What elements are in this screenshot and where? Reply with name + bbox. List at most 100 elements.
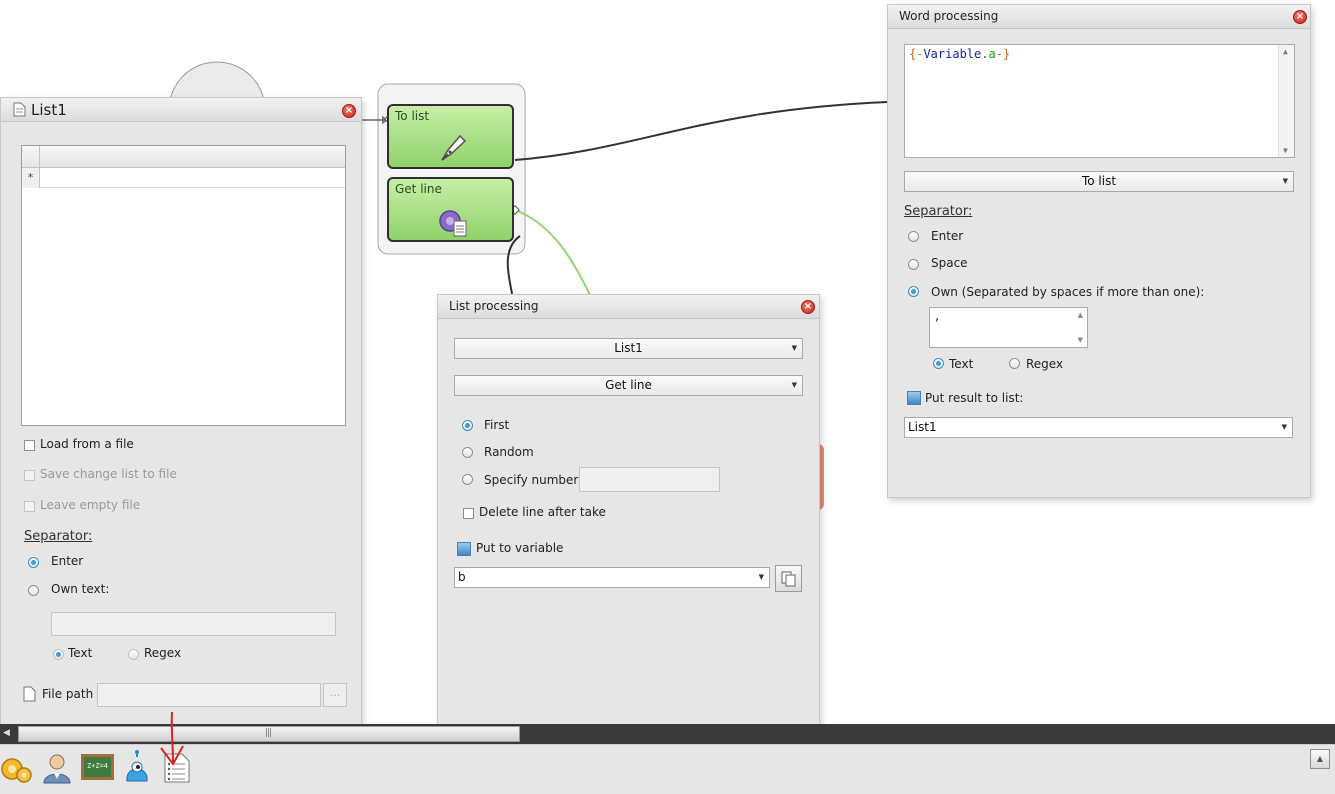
list1-text-radio[interactable] [53, 649, 64, 660]
wp-regex-radio[interactable] [1009, 358, 1020, 369]
node-get-line-label: Get line [395, 182, 442, 196]
template-editor[interactable]: {-Variable.a-} ▲ ▼ [904, 44, 1295, 158]
grid-header-row [22, 146, 345, 168]
list-select-value: List1 [614, 341, 643, 355]
load-from-file-checkbox[interactable] [24, 440, 35, 451]
scroll-up-icon[interactable]: ▲ [1283, 47, 1288, 56]
template-variable: Variable [923, 47, 982, 61]
bottom-taskbar: Z+Z=4 ▲ [0, 744, 1335, 794]
list1-sep-enter-radio[interactable] [28, 557, 39, 568]
list1-titlebar[interactable]: List1 [1, 98, 361, 122]
chevron-down-icon: ▼ [1282, 177, 1288, 185]
node-to-list-label: To list [395, 109, 430, 123]
robot-icon[interactable] [122, 749, 152, 785]
list-select-dropdown[interactable]: List1 ▼ [454, 338, 803, 359]
list1-close-icon[interactable]: × [342, 104, 356, 118]
grip-icon: ||| [265, 728, 272, 738]
list-processing-close-icon[interactable]: × [801, 300, 815, 314]
first-radio[interactable] [462, 420, 473, 431]
taskbar-expand-button[interactable]: ▲ [1310, 749, 1330, 769]
wp-separator-heading: Separator: [904, 204, 973, 219]
mode-select-dropdown[interactable]: To list ▼ [904, 171, 1294, 192]
pen-icon [441, 134, 467, 161]
save-change-label: Save change list to file [40, 467, 177, 481]
wp-sep-own-radio[interactable] [908, 286, 919, 297]
list1-separator-heading: Separator: [24, 529, 93, 544]
gear-document-icon [439, 210, 467, 237]
put-to-variable-label: Put to variable [476, 541, 564, 555]
list-processing-titlebar[interactable]: List processing [438, 295, 819, 319]
save-change-checkbox[interactable] [24, 470, 35, 481]
user-icon[interactable] [40, 751, 74, 785]
scroll-up-icon[interactable]: ▲ [1078, 311, 1083, 319]
word-processing-panel: Word processing × {-Variable.a-} ▲ ▼ To … [887, 4, 1311, 498]
wp-sep-space-radio[interactable] [908, 259, 919, 270]
chalkboard-text: Z+Z=4 [86, 762, 109, 770]
grid-new-row[interactable] [22, 168, 345, 188]
variable-value: b [458, 570, 466, 584]
wp-sep-enter-label: Enter [931, 229, 964, 243]
list1-own-text-input[interactable] [51, 612, 336, 636]
template-brace-open: {- [909, 47, 924, 61]
chevron-down-icon: ▼ [1281, 423, 1287, 431]
wp-own-input[interactable]: , ▲ ▼ [929, 307, 1088, 348]
template-a: a [988, 47, 996, 61]
copy-variable-button[interactable] [775, 565, 802, 592]
first-label: First [484, 418, 510, 432]
variable-combo[interactable]: b ▼ [454, 567, 770, 588]
wp-own-value: , [935, 309, 940, 324]
gears-icon[interactable] [0, 751, 34, 785]
canvas-hscrollbar[interactable]: ◀ ||| [0, 724, 1335, 744]
wp-text-label: Text [949, 357, 974, 371]
node-get-line[interactable]: Get line [387, 177, 514, 242]
word-processing-titlebar[interactable]: Word processing [888, 5, 1310, 29]
file-path-label: File path [42, 687, 94, 701]
list-processing-title: List processing [449, 299, 539, 313]
put-to-variable-toggle[interactable] [457, 542, 471, 556]
browse-button-label: ... [329, 686, 341, 699]
wp-sep-enter-radio[interactable] [908, 231, 919, 242]
wp-text-radio[interactable] [933, 358, 944, 369]
node-to-list[interactable]: To list [387, 104, 514, 169]
list1-sep-enter-label: Enter [51, 554, 84, 568]
list1-sep-own-radio[interactable] [28, 585, 39, 596]
file-path-input[interactable] [97, 683, 321, 707]
put-result-toggle[interactable] [907, 391, 921, 405]
leave-empty-checkbox[interactable] [24, 501, 35, 512]
file-icon [23, 686, 36, 702]
word-processing-title: Word processing [899, 9, 999, 23]
load-from-file-label: Load from a file [40, 437, 134, 451]
action-select-value: Get line [605, 378, 652, 392]
copy-icon [781, 571, 796, 587]
chalkboard-icon[interactable]: Z+Z=4 [81, 754, 114, 780]
template-scrollbar[interactable]: ▲ ▼ [1278, 45, 1294, 157]
hscroll-thumb[interactable]: ||| [18, 726, 520, 742]
random-radio[interactable] [462, 447, 473, 458]
action-select-dropdown[interactable]: Get line ▼ [454, 375, 803, 396]
document-icon [13, 102, 26, 117]
grid-header-corner [22, 146, 40, 168]
scroll-down-icon[interactable]: ▼ [1078, 336, 1083, 344]
random-label: Random [484, 445, 534, 459]
put-result-label: Put result to list: [925, 391, 1024, 405]
template-brace-close: -} [995, 47, 1011, 61]
specify-number-input[interactable] [579, 467, 720, 492]
grid-new-row-marker: * [22, 168, 40, 188]
result-list-combo[interactable]: List1 ▼ [904, 417, 1293, 438]
scroll-left-icon[interactable]: ◀ [3, 728, 10, 738]
specify-number-label: Specify number [484, 473, 579, 487]
delete-line-checkbox[interactable] [463, 508, 474, 519]
mode-select-value: To list [1081, 174, 1117, 188]
specify-number-radio[interactable] [462, 474, 473, 485]
annotation-arrow-icon [160, 711, 184, 766]
list1-regex-radio[interactable] [128, 649, 139, 660]
word-processing-close-icon[interactable]: × [1293, 10, 1307, 24]
browse-button[interactable]: ... [323, 683, 347, 707]
expand-up-icon: ▲ [1316, 754, 1324, 763]
chevron-down-icon: ▼ [758, 573, 764, 581]
list1-sep-own-label: Own text: [51, 582, 110, 596]
wp-regex-label: Regex [1026, 357, 1064, 371]
list1-grid[interactable]: * [21, 145, 346, 426]
scroll-down-icon[interactable]: ▼ [1283, 146, 1288, 155]
leave-empty-label: Leave empty file [40, 498, 141, 512]
